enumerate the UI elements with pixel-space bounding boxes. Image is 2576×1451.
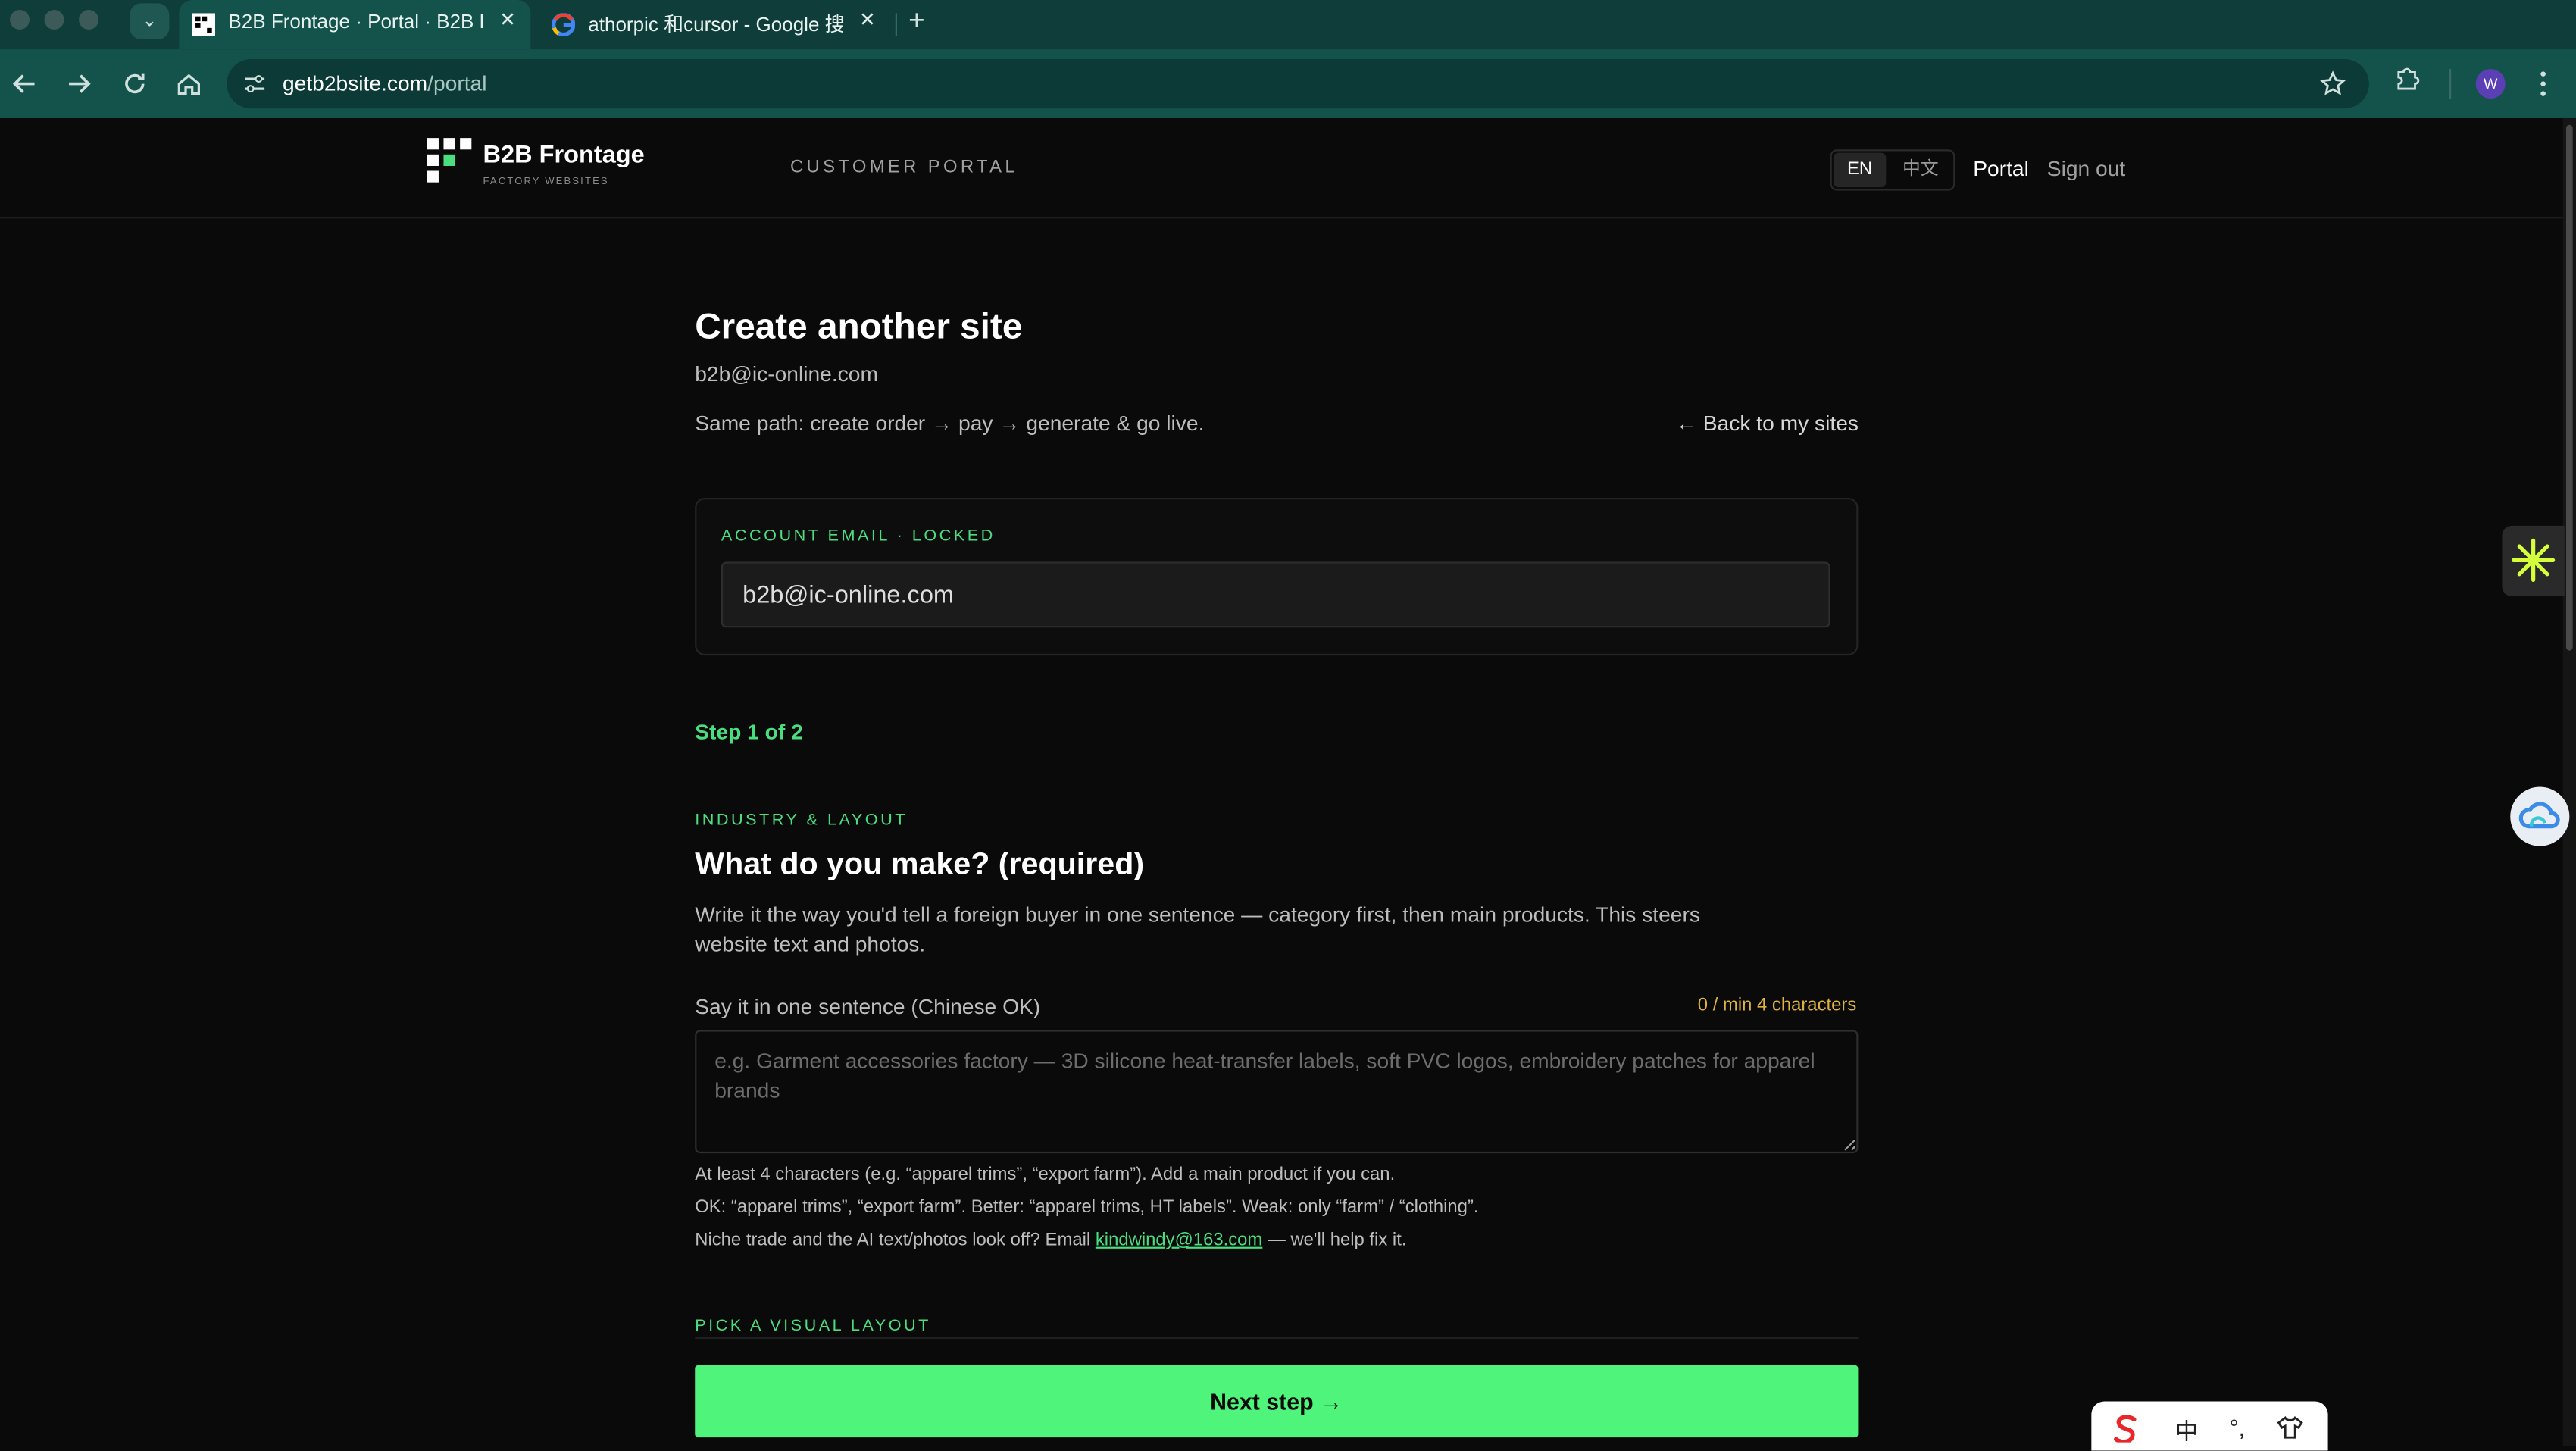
browser-tab-bar: ⌄ B2B Frontage · Portal · B2B F ✕ athorp… <box>0 0 2576 50</box>
hint-examples: OK: “apparel trims”, “export farm”. Bett… <box>695 1197 1479 1218</box>
page-title: Create another site <box>695 305 1023 347</box>
character-counter: 0 / min 4 characters <box>1697 995 1857 1015</box>
ime-chinese-mode[interactable]: 中 <box>2175 1415 2198 1447</box>
tab-title: athorpic 和cursor - Google 搜 <box>588 13 843 36</box>
ime-punctuation-mode[interactable]: °, <box>2229 1415 2245 1441</box>
b2b-favicon-icon <box>192 13 216 36</box>
user-email: b2b@ic-online.com <box>695 361 878 386</box>
profile-avatar[interactable]: W <box>2475 69 2506 99</box>
page-scrollbar[interactable] <box>2562 118 2576 1446</box>
site-settings-icon[interactable] <box>243 72 266 95</box>
step-indicator: Step 1 of 2 <box>695 719 803 745</box>
nav-signout-link[interactable]: Sign out <box>2047 156 2125 181</box>
new-tab-icon[interactable]: + <box>908 5 925 38</box>
skin-shirt-icon[interactable] <box>2277 1415 2303 1441</box>
url-host: getb2bsite.com <box>282 70 428 95</box>
account-email-label: ACCOUNT EMAIL · LOCKED <box>721 527 996 546</box>
window-close-dot[interactable] <box>10 10 30 30</box>
sparkle-icon <box>2512 538 2556 582</box>
section-label: INDUSTRY & LAYOUT <box>695 811 908 830</box>
home-icon[interactable] <box>173 69 205 99</box>
tab-close-icon[interactable]: ✕ <box>499 8 516 31</box>
menu-icon[interactable] <box>2535 69 2552 99</box>
back-to-sites-link[interactable]: ← Back to my sites <box>1676 411 1859 436</box>
hint-contact-after: — we'll help fix it. <box>1267 1230 1407 1250</box>
address-bar[interactable]: getb2bsite.com/portal <box>227 59 2369 109</box>
sentence-field-label: Say it in one sentence (Chinese OK) <box>695 993 1041 1019</box>
forward-icon[interactable] <box>62 69 95 99</box>
page-content: B2B Frontage FACTORY WEBSITES CUSTOMER P… <box>0 118 2563 1446</box>
path-description: Same path: create order → pay → generate… <box>695 411 1205 436</box>
hint-contact-before: Niche trade and the AI text/photos look … <box>695 1230 1091 1250</box>
tab-close-icon[interactable]: ✕ <box>859 8 876 31</box>
scrollbar-thumb[interactable] <box>2565 124 2573 651</box>
tab-search-button[interactable]: ⌄ <box>130 3 170 40</box>
tab-title: B2B Frontage · Portal · B2B F <box>228 10 483 33</box>
assistant-float-button[interactable] <box>2502 525 2565 597</box>
brand-tagline: FACTORY WEBSITES <box>483 177 609 188</box>
hint-minimum: At least 4 characters (e.g. “apparel tri… <box>695 1165 1396 1185</box>
nav-portal-link[interactable]: Portal <box>1973 156 2029 181</box>
cloud-float-button[interactable] <box>2510 786 2570 846</box>
sogou-logo-icon[interactable] <box>2111 1413 2140 1443</box>
lang-en-button[interactable]: EN <box>1833 152 1887 188</box>
support-email-link[interactable]: kindwindy@163.com <box>1096 1231 1262 1250</box>
help-text: Write it the way you'd tell a foreign bu… <box>695 902 1700 956</box>
product-sentence-input[interactable] <box>695 1030 1859 1154</box>
layout-divider <box>695 1337 1859 1340</box>
portal-label: CUSTOMER PORTAL <box>789 158 1018 178</box>
browser-tab-active[interactable]: B2B Frontage · Portal · B2B F ✕ <box>179 0 531 50</box>
account-email-field: b2b@ic-online.com <box>721 561 1830 628</box>
window-zoom-dot[interactable] <box>79 10 99 30</box>
question-heading: What do you make? (required) <box>695 847 1145 883</box>
layout-section-label: PICK A VISUAL LAYOUT <box>695 1317 931 1336</box>
browser-tab[interactable]: athorpic 和cursor - Google 搜 ✕ <box>542 0 887 49</box>
google-favicon-icon <box>552 13 575 36</box>
ime-toolbar: 中 °, <box>2091 1401 2328 1451</box>
tab-separator <box>895 13 897 36</box>
next-step-button[interactable]: Next step → <box>695 1365 1859 1438</box>
toolbar-separator <box>2449 69 2452 99</box>
url-text: getb2bsite.com/portal <box>283 70 487 95</box>
window-minimize-dot[interactable] <box>44 10 64 30</box>
language-switcher: EN 中文 <box>1830 149 1955 191</box>
brand-name[interactable]: B2B Frontage <box>483 141 645 169</box>
lang-zh-button[interactable]: 中文 <box>1894 153 1946 188</box>
account-email-card: ACCOUNT EMAIL · LOCKED b2b@ic-online.com <box>695 497 1859 656</box>
cloud-icon <box>2518 802 2560 829</box>
hint-contact: Niche trade and the AI text/photos look … <box>695 1231 1406 1250</box>
url-path: /portal <box>427 70 487 95</box>
extensions-icon[interactable] <box>2393 66 2420 92</box>
site-header: B2B Frontage FACTORY WEBSITES CUSTOMER P… <box>0 118 2563 219</box>
bookmark-star-icon[interactable] <box>2319 70 2346 97</box>
brand-logo-icon[interactable] <box>427 138 472 183</box>
reload-icon[interactable] <box>118 69 151 99</box>
back-icon[interactable] <box>8 69 41 99</box>
browser-toolbar: getb2bsite.com/portal W <box>0 49 2576 119</box>
